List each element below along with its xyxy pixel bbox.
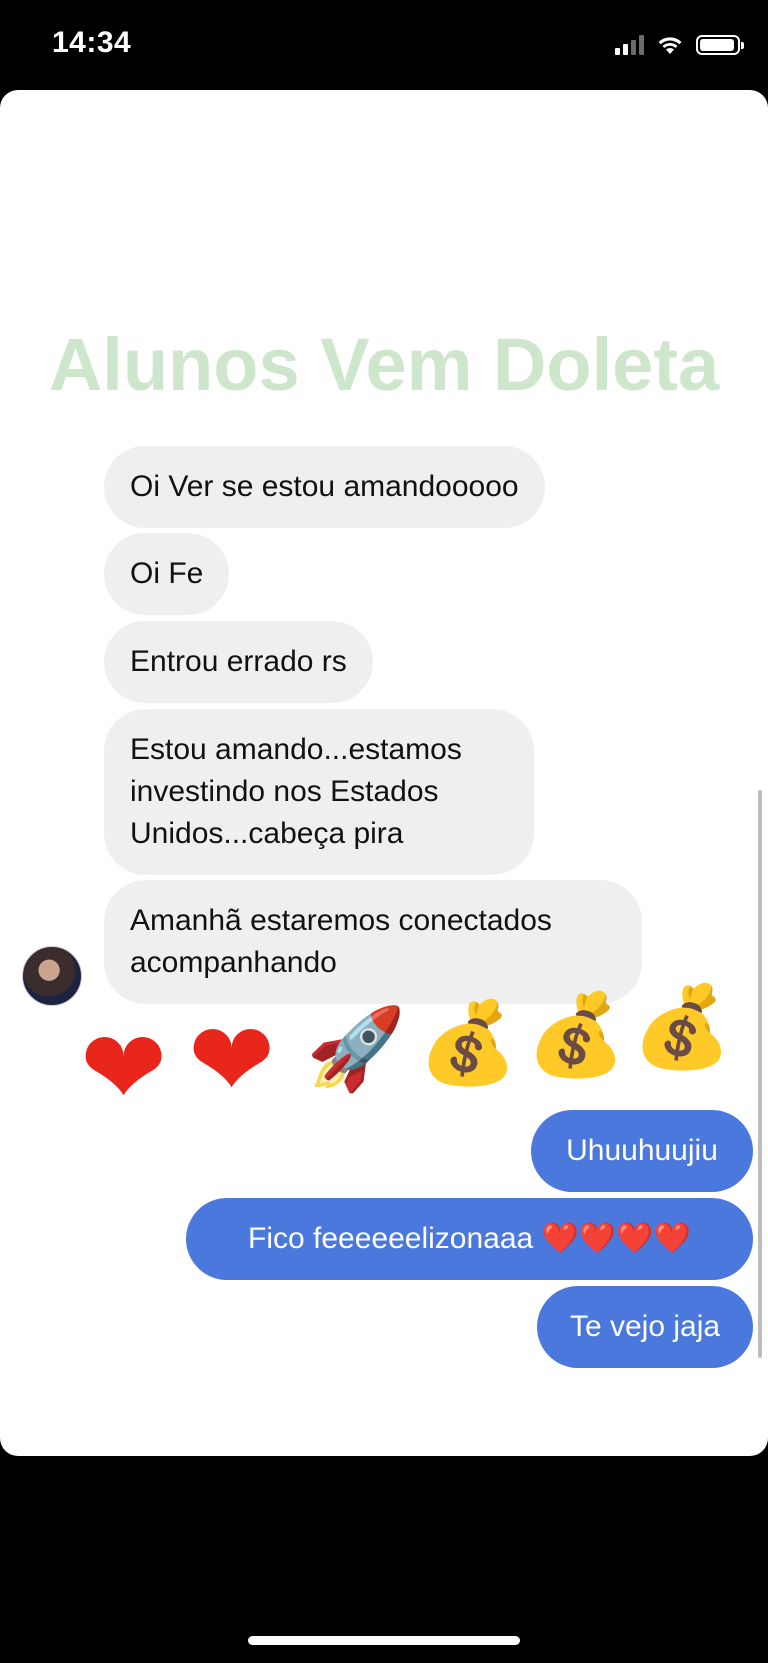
sender-avatar bbox=[22, 946, 82, 1006]
scrollbar[interactable] bbox=[758, 790, 762, 1358]
outgoing-message: Te vejo jaja bbox=[537, 1286, 753, 1368]
incoming-message: Amanhã estaremos conectados acompanhando bbox=[104, 880, 642, 1004]
home-indicator[interactable] bbox=[248, 1636, 520, 1645]
signal-icon bbox=[615, 35, 644, 55]
heart-icon: ❤ bbox=[80, 1011, 168, 1127]
status-icons bbox=[615, 34, 744, 56]
status-time: 14:34 bbox=[52, 26, 132, 59]
status-bar: 14:34 bbox=[0, 0, 768, 90]
money-bag-icon: 💰 bbox=[632, 982, 732, 1071]
outgoing-message: Fico feeeeeelizonaaa ❤️❤️❤️❤️ bbox=[186, 1198, 753, 1280]
outgoing-message: Uhuuhuujiu bbox=[531, 1110, 753, 1192]
rocket-icon: 🚀 bbox=[306, 1004, 406, 1093]
wifi-icon bbox=[658, 37, 682, 54]
battery-icon bbox=[696, 35, 744, 55]
heart-icon: ❤ bbox=[188, 1003, 276, 1119]
incoming-message: Estou amando...estamos investindo nos Es… bbox=[104, 709, 534, 875]
incoming-message: Entrou errado rs bbox=[104, 621, 373, 703]
incoming-message: Oi Ver se estou amandooooo bbox=[104, 446, 545, 528]
money-bag-icon: 💰 bbox=[526, 990, 626, 1079]
story-card: Alunos Vem Doleta Oi Ver se estou amando… bbox=[0, 90, 768, 1456]
incoming-message: Oi Fe bbox=[104, 533, 230, 615]
story-screen: 14:34 Alunos Vem Doleta Oi Ver se estou … bbox=[0, 0, 768, 1663]
money-bag-icon: 💰 bbox=[418, 998, 518, 1087]
watermark-title: Alunos Vem Doleta bbox=[48, 323, 720, 406]
